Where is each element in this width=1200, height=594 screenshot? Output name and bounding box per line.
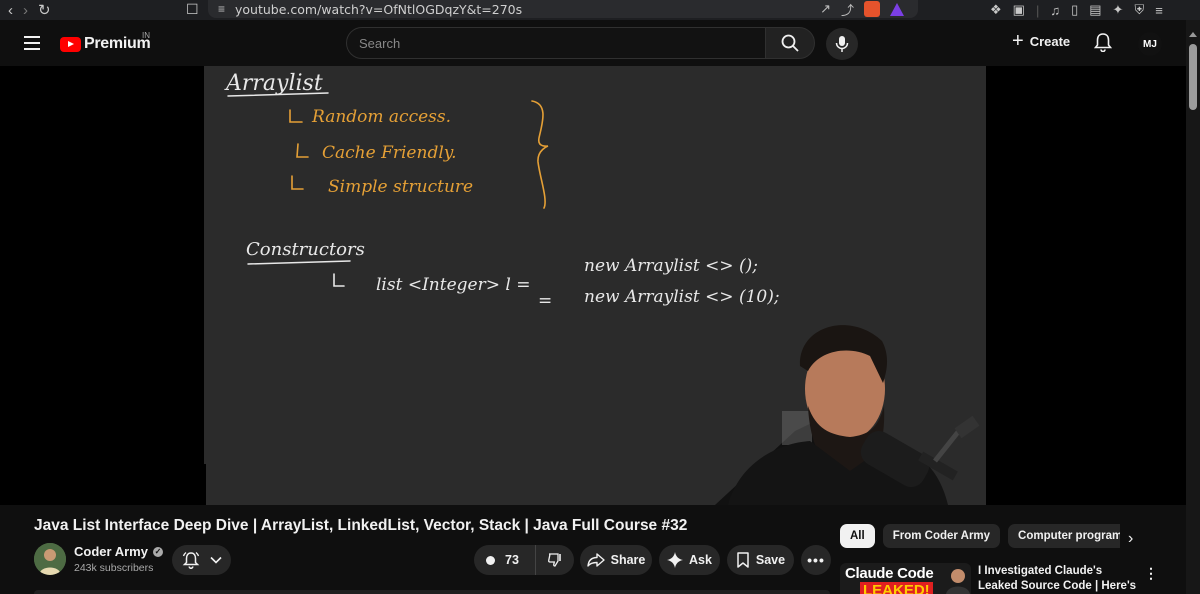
- board-code-equals: =: [538, 291, 552, 311]
- youtube-premium-logo[interactable]: Premium: [60, 35, 151, 53]
- search-input[interactable]: [347, 28, 765, 58]
- board-code-left: list <Integer> l =: [376, 275, 530, 295]
- hamburger-menu-icon[interactable]: [24, 36, 40, 50]
- url-text[interactable]: youtube.com/watch?v=OfNtlOGDqzY&t=270s: [235, 2, 522, 17]
- board-edge: [204, 464, 206, 505]
- open-external-icon[interactable]: ↗: [820, 1, 831, 17]
- more-actions-button[interactable]: •••: [801, 545, 831, 575]
- save-label: Save: [755, 553, 786, 567]
- bell-ringing-icon: [182, 552, 199, 569]
- account-avatar[interactable]: MJ: [1138, 32, 1162, 56]
- chip-topic[interactable]: Computer programming: [1008, 524, 1120, 548]
- microphone-icon: [835, 36, 849, 52]
- scrollbar-thumb[interactable]: [1189, 44, 1197, 110]
- chip-all[interactable]: All: [840, 524, 875, 548]
- leo-ai-icon[interactable]: ✦: [1113, 2, 1124, 18]
- channel-name[interactable]: Coder Army ✓: [74, 544, 163, 559]
- sparkle-icon: [667, 552, 684, 568]
- like-button[interactable]: 73: [474, 545, 536, 575]
- reload-icon[interactable]: ↻: [38, 1, 51, 19]
- browser-nav: ‹ › ↻: [0, 1, 51, 20]
- description-box-edge: [34, 590, 830, 594]
- menu-icon[interactable]: ≡: [1155, 3, 1163, 18]
- video-player[interactable]: Arraylist Random access. Cache Friendly.…: [0, 66, 1186, 505]
- dislike-button[interactable]: [536, 552, 574, 568]
- search-box: [346, 27, 766, 59]
- share-icon: [586, 553, 605, 567]
- search-icon: [781, 34, 799, 52]
- board-point: Simple structure: [328, 177, 473, 197]
- youtube-play-icon: [60, 36, 81, 52]
- presenter-webcam-image: [715, 325, 980, 505]
- address-bar-actions: ↗ ⤴: [820, 0, 918, 18]
- share-button[interactable]: Share: [580, 545, 652, 575]
- board-code-right-2: new Arraylist <> (10);: [584, 287, 780, 307]
- notifications-button[interactable]: [1093, 32, 1113, 57]
- channel-avatar-image: [34, 543, 66, 575]
- site-settings-icon[interactable]: ≡: [218, 2, 225, 16]
- board-code-right: new Arraylist <> ();: [584, 256, 758, 276]
- browser-toolbar: ‹ › ↻ ☐ ≡ youtube.com/watch?v=OfNtlOGDqz…: [0, 0, 1200, 20]
- search-button[interactable]: [765, 27, 815, 59]
- like-count: 73: [505, 553, 519, 567]
- chip-from-channel[interactable]: From Coder Army: [882, 524, 1001, 548]
- channel-name-text[interactable]: Coder Army: [74, 544, 148, 559]
- share-page-icon[interactable]: ⤴: [841, 0, 854, 19]
- like-icon: [486, 555, 495, 565]
- logo-text: Premium: [84, 35, 151, 52]
- thumbs-down-icon: [548, 553, 561, 567]
- thumbnail-text-line1: Claude Code: [845, 565, 934, 582]
- vpn-icon[interactable]: ⛨: [1134, 2, 1144, 18]
- more-dots-icon: •••: [807, 552, 825, 568]
- recommendation-filter-chips: All From Coder Army Computer programming: [840, 524, 1120, 548]
- media-icon[interactable]: ♫: [1050, 3, 1060, 18]
- create-button[interactable]: + Create: [1012, 30, 1071, 52]
- subscription-notifications-button[interactable]: [172, 545, 231, 575]
- create-label: Create: [1029, 33, 1071, 49]
- page-scrollbar[interactable]: [1186, 20, 1200, 594]
- thumbnail-text-line2: LEAKED!: [860, 582, 933, 594]
- extensions-icon[interactable]: ❖: [990, 2, 1002, 18]
- thumbnail-person-image: [946, 569, 970, 594]
- like-dislike-group: 73: [474, 545, 574, 575]
- ask-label: Ask: [689, 553, 712, 567]
- forward-icon[interactable]: ›: [23, 2, 28, 19]
- chips-next-arrow-icon[interactable]: ›: [1128, 530, 1133, 548]
- youtube-header: Premium IN + Create MJ: [0, 20, 1186, 66]
- channel-avatar[interactable]: [34, 543, 66, 575]
- brave-rewards-icon[interactable]: [890, 2, 904, 16]
- recommended-video-thumbnail[interactable]: Claude Code LEAKED!: [840, 563, 971, 594]
- verified-check-icon: ✓: [152, 546, 163, 557]
- board-heading-arraylist: Arraylist: [224, 71, 323, 96]
- back-icon[interactable]: ‹: [8, 2, 13, 19]
- chevron-down-icon: [209, 556, 222, 564]
- video-title: Java List Interface Deep Dive | ArrayLis…: [34, 517, 688, 534]
- share-label: Share: [610, 553, 646, 567]
- plus-icon: +: [1012, 30, 1024, 52]
- subscriber-count: 243k subscribers: [74, 562, 154, 574]
- recommended-video-title[interactable]: I Investigated Claude's Leaked Source Co…: [978, 564, 1138, 594]
- board-point: Random access.: [311, 107, 451, 127]
- wallet-icon[interactable]: ▤: [1089, 2, 1101, 18]
- country-code: IN: [142, 31, 150, 40]
- board-point: Cache Friendly.: [322, 143, 457, 163]
- scroll-up-arrow-icon[interactable]: [1189, 32, 1197, 37]
- save-button[interactable]: Save: [727, 545, 794, 575]
- recommendation-menu-icon[interactable]: ⋮: [1144, 565, 1158, 582]
- extensions-area: ❖ ▣ | ♫ ▯ ▤ ✦ ⛨ ≡: [990, 2, 1163, 18]
- brave-shield-icon[interactable]: [864, 1, 880, 17]
- bookmark-save-icon: [737, 552, 749, 568]
- translate-icon[interactable]: ▣: [1013, 2, 1025, 18]
- address-bar[interactable]: ≡ youtube.com/watch?v=OfNtlOGDqzY&t=270s…: [208, 0, 918, 18]
- voice-search-button[interactable]: [826, 28, 858, 60]
- ask-button[interactable]: Ask: [659, 545, 720, 575]
- board-heading-constructors: Constructors: [246, 239, 365, 260]
- bookmark-icon[interactable]: ☐: [186, 1, 199, 18]
- sidebar-icon[interactable]: ▯: [1071, 2, 1078, 18]
- bell-icon: [1093, 33, 1113, 53]
